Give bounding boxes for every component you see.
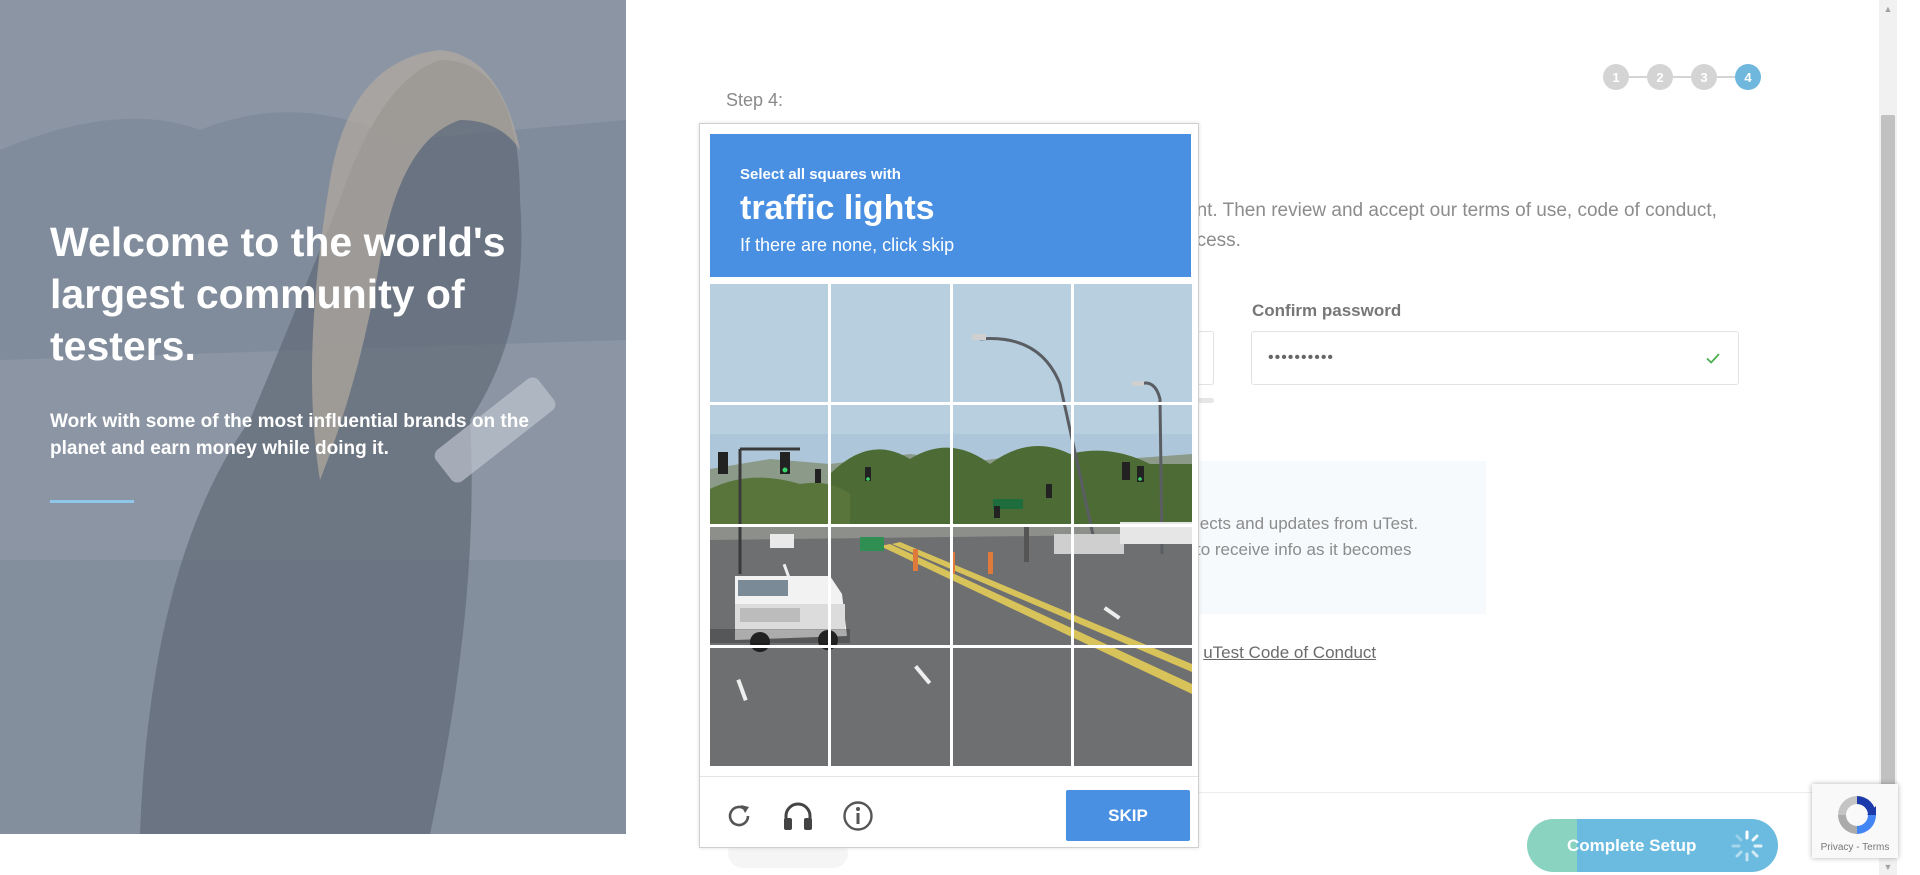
captcha-tile-0-3[interactable] <box>1073 284 1192 403</box>
skip-button[interactable]: SKIP <box>1066 790 1190 841</box>
captcha-hint: If there are none, click skip <box>740 235 955 255</box>
tile-image <box>1073 284 1192 403</box>
reload-glyph <box>728 805 750 827</box>
step-label: Step 4: <box>726 90 784 110</box>
recaptcha-badge[interactable]: Privacy - Terms <box>1812 784 1898 858</box>
audio-challenge-icon[interactable] <box>781 799 815 833</box>
captcha-target: traffic lights <box>740 189 935 227</box>
captcha-tile-3-3[interactable] <box>1073 647 1192 766</box>
tile-image <box>831 647 950 766</box>
scroll-thumb[interactable] <box>1881 115 1895 855</box>
tile-image <box>831 284 950 403</box>
tile-image <box>952 405 1071 524</box>
captcha-tile-1-1[interactable] <box>831 405 950 524</box>
captcha-tile-2-2[interactable] <box>952 526 1071 645</box>
step-3-dot: 3 <box>1691 64 1717 90</box>
captcha-tile-0-0[interactable] <box>710 284 829 403</box>
progress-stepper: 1 2 3 4 <box>1603 64 1761 90</box>
captcha-tile-1-2[interactable] <box>952 405 1071 524</box>
description-line-1: unt. Then review and accept our terms of… <box>1186 200 1717 221</box>
tile-image <box>1073 526 1192 645</box>
captcha-tile-3-0[interactable] <box>710 647 829 766</box>
tile-image <box>1073 647 1192 766</box>
recaptcha-terms[interactable]: Privacy - Terms <box>1812 842 1898 853</box>
scroll-up-arrow-icon[interactable]: ▲ <box>1879 0 1897 17</box>
captcha-tile-1-0[interactable] <box>710 405 829 524</box>
newsletter-line-2: to receive info as it becomes <box>1196 540 1412 559</box>
step-connector <box>1673 76 1691 78</box>
captcha-tile-3-2[interactable] <box>952 647 1071 766</box>
captcha-footer: SKIP <box>700 776 1198 848</box>
tile-image <box>952 284 1071 403</box>
tile-image <box>710 526 829 645</box>
loading-spinner-icon <box>1731 830 1763 862</box>
confirm-password-label: Confirm password <box>1252 301 1402 320</box>
captcha-challenge-popup: Select all squares with traffic lights I… <box>699 123 1199 848</box>
newsletter-text: jects and updates from uTest. to receive… <box>1196 511 1456 563</box>
captcha-tile-2-1[interactable] <box>831 526 950 645</box>
captcha-tile-0-1[interactable] <box>831 284 950 403</box>
tile-image <box>710 284 829 403</box>
recaptcha-logo-icon <box>1838 796 1876 834</box>
step-1-dot: 1 <box>1603 64 1629 90</box>
captcha-tile-1-3[interactable] <box>1073 405 1192 524</box>
description-line-2: ocess. <box>1186 230 1241 251</box>
tile-image <box>1073 405 1192 524</box>
step-description: unt. Then review and accept our terms of… <box>1186 196 1746 256</box>
step-2-dot: 2 <box>1647 64 1673 90</box>
page-scrollbar[interactable]: ▲ ▼ <box>1879 0 1897 875</box>
hero-subtitle: Work with some of the most influential b… <box>50 411 529 459</box>
headphones-glyph <box>784 802 812 830</box>
tile-image <box>831 405 950 524</box>
info-icon[interactable] <box>841 799 875 833</box>
code-of-conduct-row: e uTest Code of Conduct <box>1189 643 1376 663</box>
confirm-password-field[interactable]: •••••••••• <box>1251 331 1739 385</box>
confirm-password-value: •••••••••• <box>1268 349 1335 366</box>
step-connector <box>1717 76 1735 78</box>
captcha-tile-0-2[interactable] <box>952 284 1071 403</box>
tile-image <box>952 647 1071 766</box>
reload-icon[interactable] <box>722 799 756 833</box>
captcha-instruction: Select all squares with <box>740 166 901 183</box>
complete-setup-label: Complete Setup <box>1567 835 1697 855</box>
code-of-conduct-link[interactable]: uTest Code of Conduct <box>1203 643 1376 662</box>
scroll-down-arrow-icon[interactable]: ▼ <box>1879 858 1897 875</box>
captcha-tile-3-1[interactable] <box>831 647 950 766</box>
newsletter-line-1: jects and updates from uTest. <box>1196 514 1419 533</box>
check-icon <box>1706 353 1720 364</box>
hero-title: Welcome to the world's largest community… <box>50 219 506 369</box>
complete-setup-button[interactable]: Complete Setup <box>1527 819 1778 872</box>
hero-panel: Welcome to the world's largest community… <box>0 0 626 834</box>
captcha-tile-2-3[interactable] <box>1073 526 1192 645</box>
step-connector <box>1629 76 1647 78</box>
captcha-tile-2-0[interactable] <box>710 526 829 645</box>
step-4-dot: 4 <box>1735 64 1761 90</box>
info-glyph <box>843 801 873 831</box>
captcha-header: Select all squares with traffic lights I… <box>710 134 1191 277</box>
tile-image <box>710 647 829 766</box>
captcha-image-grid <box>710 284 1192 766</box>
tile-image <box>952 526 1071 645</box>
tile-image <box>831 526 950 645</box>
tile-image <box>710 405 829 524</box>
hero-divider <box>50 500 134 503</box>
